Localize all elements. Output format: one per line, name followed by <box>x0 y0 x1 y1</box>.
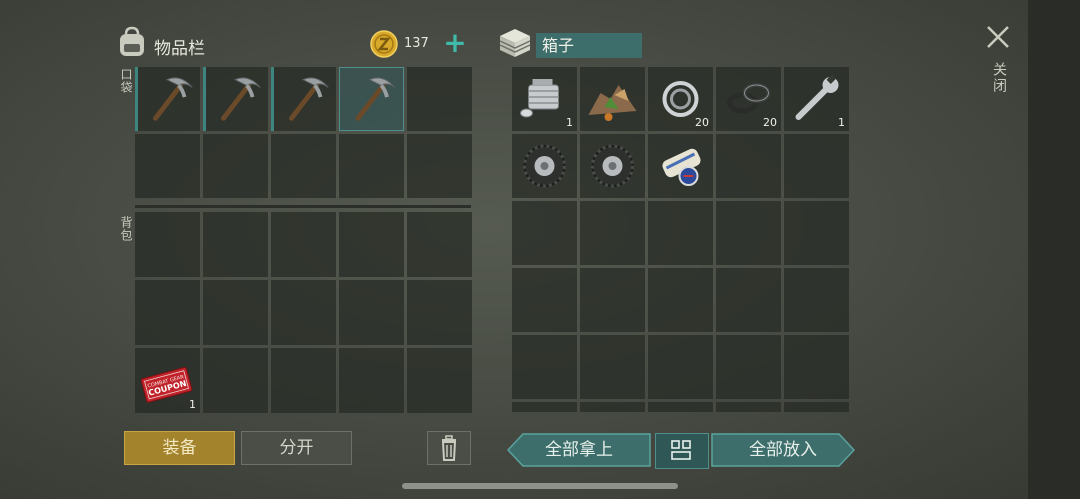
box-slot[interactable] <box>648 268 713 332</box>
backpack-slot[interactable] <box>339 212 404 277</box>
backpack-slot[interactable] <box>407 212 472 277</box>
pocket-label: 口袋 <box>119 68 133 94</box>
equip-button[interactable]: 装备 <box>124 431 235 465</box>
box-slot[interactable] <box>580 335 645 399</box>
box-slot[interactable] <box>648 402 713 412</box>
box-slot[interactable] <box>716 134 781 198</box>
item-quantity: 1 <box>566 116 573 129</box>
grid-sort-icon <box>671 440 691 460</box>
pocket-slot[interactable] <box>407 134 472 198</box>
trash-icon <box>441 435 457 461</box>
backpack-slot[interactable]: COMBAT GEAR COUPON 1 <box>135 348 200 413</box>
box-slot[interactable] <box>512 201 577 265</box>
backpack-slot[interactable] <box>203 348 268 413</box>
tire-icon <box>523 144 566 188</box>
backpack-slot[interactable] <box>407 348 472 413</box>
pocket-slot[interactable] <box>271 67 336 131</box>
box-slot[interactable] <box>716 201 781 265</box>
backpack-slot[interactable] <box>339 348 404 413</box>
tire-icon <box>591 144 634 188</box>
pickaxe-icon <box>355 77 396 121</box>
close-label[interactable]: 关闭 <box>989 62 1009 94</box>
box-slot[interactable] <box>784 402 849 412</box>
backpack-grid: COMBAT GEAR COUPON 1 <box>135 212 472 413</box>
pickaxe-icon <box>153 77 193 121</box>
box-title[interactable]: 箱子 <box>536 33 642 58</box>
backpack-slot[interactable] <box>271 280 336 345</box>
box-slot[interactable] <box>648 335 713 399</box>
pocket-grid <box>135 67 472 198</box>
box-slot[interactable] <box>716 335 781 399</box>
box-slot[interactable]: 20 <box>716 67 781 131</box>
coin-count: 137 <box>404 36 429 51</box>
take-all-button[interactable]: 全部拿上 <box>507 433 651 467</box>
inventory-title: 物品栏 <box>154 39 205 59</box>
box-slot[interactable] <box>784 268 849 332</box>
pocket-slot[interactable] <box>271 134 336 198</box>
pocket-slot[interactable] <box>407 67 472 131</box>
backpack-slot[interactable] <box>271 212 336 277</box>
recipe-scroll-icon <box>662 148 701 186</box>
box-slot[interactable] <box>716 402 781 412</box>
backpack-slot[interactable] <box>135 212 200 277</box>
pocket-slot[interactable] <box>203 134 268 198</box>
box-slot[interactable] <box>512 335 577 399</box>
ore-pile-icon <box>588 85 637 121</box>
add-coins-button[interactable]: + <box>443 29 467 57</box>
box-slot[interactable] <box>648 201 713 265</box>
coin-icon <box>370 30 398 58</box>
crate-icon <box>499 29 531 57</box>
pocket-slot[interactable] <box>135 67 200 131</box>
box-slot[interactable] <box>716 268 781 332</box>
backpack-icon <box>120 26 144 56</box>
box-slot[interactable] <box>512 268 577 332</box>
box-slot[interactable] <box>784 335 849 399</box>
box-slot[interactable] <box>580 402 645 412</box>
backpack-slot[interactable] <box>203 280 268 345</box>
sort-button[interactable] <box>655 433 709 469</box>
box-slot[interactable] <box>512 402 577 412</box>
split-button[interactable]: 分开 <box>241 431 352 465</box>
pocket-slot[interactable] <box>203 67 268 131</box>
box-slot[interactable] <box>784 134 849 198</box>
box-slot[interactable] <box>580 134 645 198</box>
put-all-button[interactable]: 全部放入 <box>711 433 855 467</box>
close-icon[interactable] <box>985 24 1011 50</box>
box-slot[interactable] <box>580 268 645 332</box>
box-slot[interactable]: 1 <box>512 67 577 131</box>
item-quantity: 20 <box>695 116 709 129</box>
box-slot[interactable] <box>512 134 577 198</box>
backpack-slot[interactable] <box>203 212 268 277</box>
section-divider <box>135 205 471 208</box>
item-quantity: 1 <box>189 398 196 411</box>
backpack-slot[interactable] <box>407 280 472 345</box>
backpack-slot[interactable] <box>339 280 404 345</box>
trash-button[interactable] <box>427 431 471 465</box>
pickaxe-icon <box>221 77 261 121</box>
box-slot[interactable]: 20 <box>648 67 713 131</box>
box-slot[interactable] <box>580 67 645 131</box>
home-indicator <box>402 483 678 489</box>
box-slot[interactable] <box>784 201 849 265</box>
take-all-label: 全部拿上 <box>545 440 613 460</box>
pocket-slot[interactable] <box>339 134 404 198</box>
backpack-slot[interactable] <box>135 280 200 345</box>
backpack-slot[interactable] <box>271 348 336 413</box>
box-grid: 1 20 20 1 <box>512 67 849 413</box>
pocket-slot[interactable] <box>135 134 200 198</box>
box-slot[interactable] <box>580 201 645 265</box>
item-quantity: 20 <box>763 116 777 129</box>
item-quantity: 1 <box>838 116 845 129</box>
put-all-label: 全部放入 <box>749 440 817 460</box>
right-edge-panel <box>1028 0 1080 499</box>
box-slot[interactable]: 1 <box>784 67 849 131</box>
pickaxe-icon <box>289 77 329 121</box>
pocket-slot[interactable] <box>339 67 404 131</box>
backpack-label: 背包 <box>119 216 133 242</box>
box-slot[interactable] <box>648 134 713 198</box>
